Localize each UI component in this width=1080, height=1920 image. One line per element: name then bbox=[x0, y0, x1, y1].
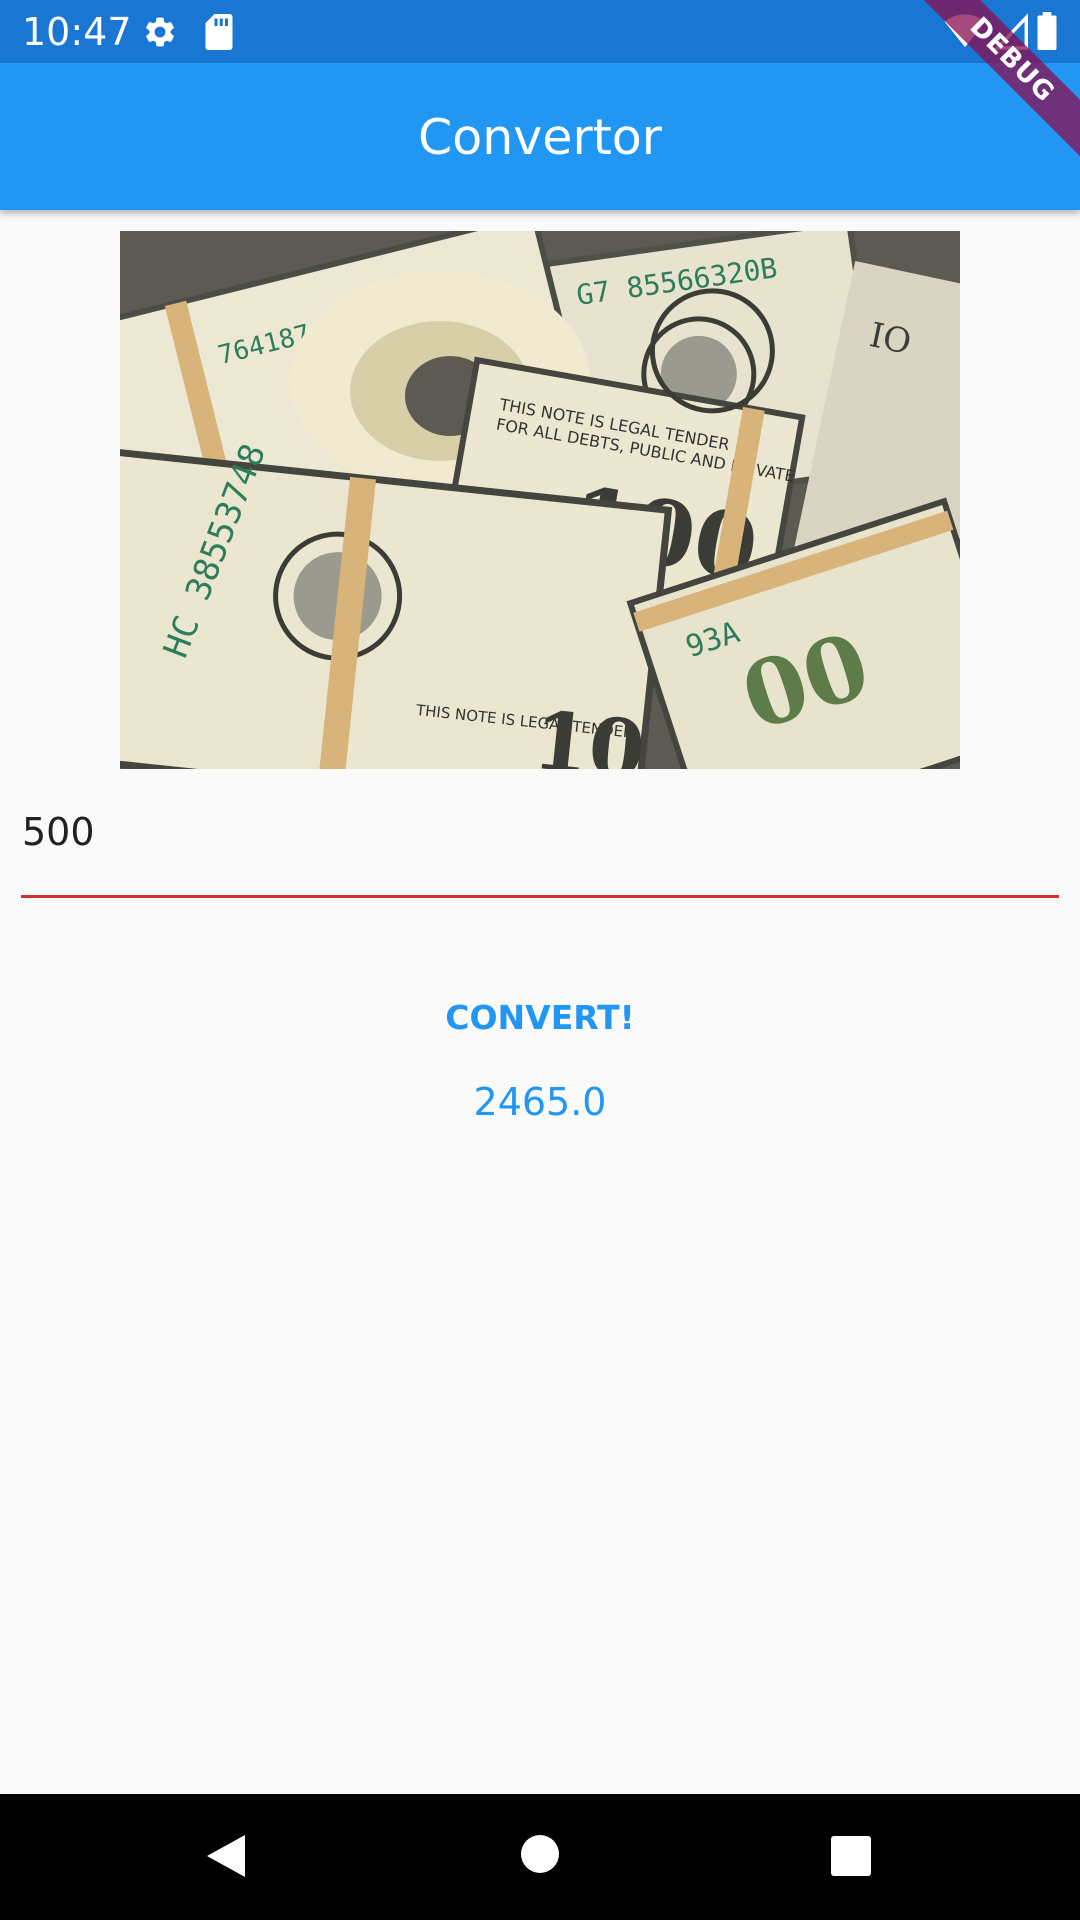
recents-icon[interactable] bbox=[831, 1836, 871, 1880]
svg-text:10: 10 bbox=[529, 693, 650, 769]
money-image: G7 85566320B IO 764187 D 100 bbox=[120, 231, 960, 769]
status-bar: 10:47 bbox=[0, 0, 1080, 63]
svg-text:IO: IO bbox=[866, 315, 915, 363]
app-bar: Convertor bbox=[0, 63, 1080, 210]
amount-input-value[interactable]: 500 bbox=[22, 808, 95, 856]
sd-card-icon bbox=[204, 14, 234, 54]
result-value: 2465.0 bbox=[473, 1080, 607, 1124]
gear-icon bbox=[142, 14, 178, 54]
back-icon[interactable] bbox=[203, 1833, 249, 1883]
battery-icon bbox=[1036, 12, 1058, 54]
amount-input[interactable]: 500 bbox=[21, 788, 1059, 898]
convert-button[interactable]: CONVERT! bbox=[420, 985, 660, 1049]
screen: 10:47 Convertor DEBUG G7 85566320B IO 76… bbox=[0, 0, 1080, 1920]
home-icon[interactable] bbox=[520, 1834, 560, 1878]
status-time: 10:47 bbox=[22, 10, 132, 54]
app-title: Convertor bbox=[418, 109, 662, 166]
amount-input-underline bbox=[21, 895, 1059, 898]
navigation-bar bbox=[0, 1794, 1080, 1920]
